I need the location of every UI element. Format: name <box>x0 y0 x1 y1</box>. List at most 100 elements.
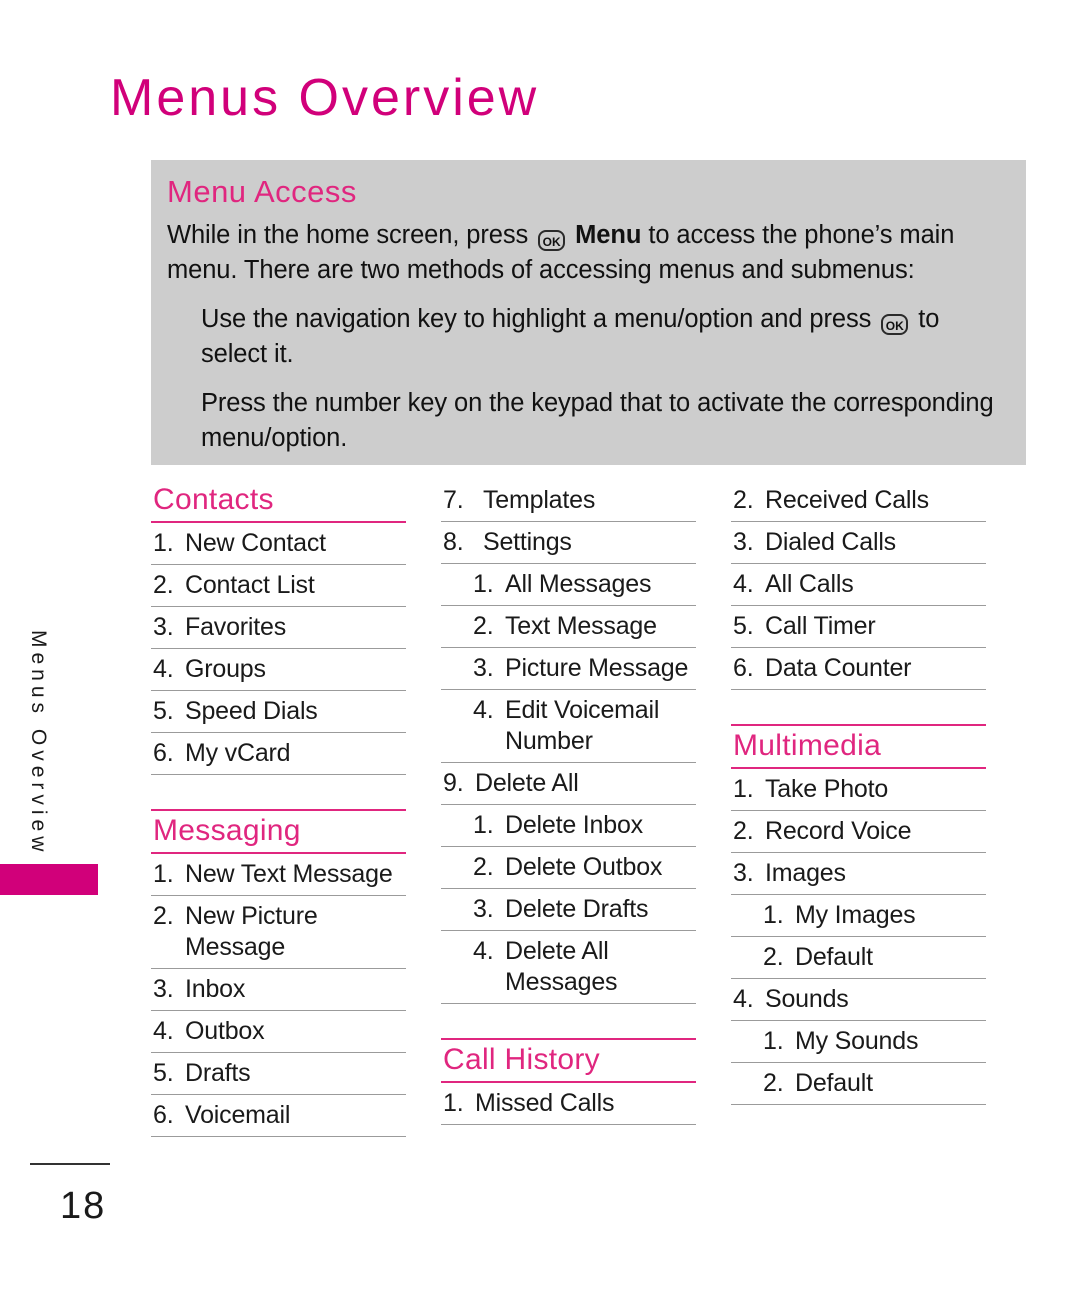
menu-item-number: 3. <box>473 895 494 923</box>
menu-item-number: 3. <box>153 613 174 641</box>
menu-list-item[interactable]: 1. My Sounds <box>731 1021 986 1063</box>
menu-list-item[interactable]: 4. Outbox <box>151 1011 406 1053</box>
menu-item-number: 2. <box>733 817 754 845</box>
footer-rule <box>30 1163 110 1165</box>
menu-list-item[interactable]: 1. Missed Calls <box>441 1083 696 1125</box>
menu-list-item[interactable]: 3. Picture Message <box>441 648 696 690</box>
menu-list-item[interactable]: 1. Delete Inbox <box>441 805 696 847</box>
ok-key-icon: OK <box>538 230 566 251</box>
menu-list-item[interactable]: 6. My vCard <box>151 733 406 775</box>
menu-list-item[interactable]: 2. Contact List <box>151 565 406 607</box>
menu-list-item[interactable]: 3. Dialed Calls <box>731 522 986 564</box>
menu-list-item[interactable]: 2. Received Calls <box>731 480 986 522</box>
menu-item-label: Record Voice <box>765 817 912 845</box>
menu-item-label: Default <box>795 1069 873 1097</box>
menu-item-label: Received Calls <box>765 486 929 514</box>
menu-item-label: Images <box>765 859 846 887</box>
menu-list-item[interactable]: 3. Images <box>731 853 986 895</box>
menu-item-label: Delete Outbox <box>505 853 663 881</box>
menu-columns: Contacts 1. New Contact 2. Contact List 3. Fav… <box>151 480 1031 1137</box>
menu-item-label: Missed Calls <box>475 1089 615 1117</box>
menu-list-item[interactable]: 3. Inbox <box>151 969 406 1011</box>
menu-item-number: 2. <box>763 943 784 971</box>
menu-list-item[interactable]: 2. Record Voice <box>731 811 986 853</box>
menu-list-item[interactable]: 2. Default <box>731 937 986 979</box>
menu-item-number: 5. <box>733 612 754 640</box>
menu-item-number: 3. <box>473 654 494 682</box>
menu-item-label: My vCard <box>185 739 291 767</box>
menu-list-item[interactable]: 2. New Picture Message <box>151 896 406 969</box>
menu-item-label: Speed Dials <box>185 697 318 725</box>
menu-column: Contacts 1. New Contact 2. Contact List 3. Fav… <box>151 480 406 1137</box>
menu-item-label: New Text Message <box>185 860 393 888</box>
ok-key-icon: OK <box>881 314 909 335</box>
menu-list-item[interactable]: 7. Templates <box>441 480 696 522</box>
menu-item-label: Delete Inbox <box>505 811 643 839</box>
menu-list-item[interactable]: 3. Delete Drafts <box>441 889 696 931</box>
menu-list-item[interactable]: 1. My Images <box>731 895 986 937</box>
menu-item-number: 1. <box>153 860 174 888</box>
menu-item-label: Edit Voicemail Number <box>505 696 660 755</box>
menu-item-number: 3. <box>733 859 754 887</box>
section-heading: Messaging <box>151 809 406 854</box>
paragraph-1-text-before: While in the home screen, press <box>167 221 529 249</box>
page-number: 18 <box>60 1185 107 1227</box>
menu-item-label: New Picture Message <box>185 902 318 961</box>
menu-item-label: Delete Drafts <box>505 895 649 923</box>
menu-access-paragraph-3: Press the number key on the keypad that … <box>201 386 1012 456</box>
menu-item-label: Voicemail <box>185 1101 291 1129</box>
menu-list-item[interactable]: 1. New Text Message <box>151 854 406 896</box>
menu-list-item[interactable]: 2. Delete Outbox <box>441 847 696 889</box>
menu-item-number: 5. <box>153 1059 174 1087</box>
side-rail: Menus Overview <box>0 600 130 1000</box>
menu-item-number: 4. <box>153 1017 174 1045</box>
menu-list-item[interactable]: 1. Take Photo <box>731 769 986 811</box>
menu-item-label: My Images <box>795 901 916 929</box>
menu-list-item[interactable]: 4. Groups <box>151 649 406 691</box>
menu-list-item[interactable]: 1. New Contact <box>151 523 406 565</box>
menu-list-item[interactable]: 9. Delete All <box>441 763 696 805</box>
menu-item-label: Outbox <box>185 1017 265 1045</box>
paragraph-3-text: Press the number key on the keypad that … <box>201 389 994 452</box>
menu-item-number: 2. <box>733 486 754 514</box>
menu-item-label: Default <box>795 943 873 971</box>
menu-item-number: 8. <box>443 528 464 556</box>
menu-item-number: 1. <box>763 1027 784 1055</box>
running-head-label: Menus Overview <box>27 630 50 857</box>
menu-item-label: My Sounds <box>795 1027 919 1055</box>
menu-list-item[interactable]: 6. Data Counter <box>731 648 986 690</box>
menu-item-label: Contact List <box>185 571 315 599</box>
menu-item-label: Call Timer <box>765 612 876 640</box>
menu-item-label: Take Photo <box>765 775 889 803</box>
menu-list-item[interactable]: 2. Default <box>731 1063 986 1105</box>
menu-item-label: Dialed Calls <box>765 528 896 556</box>
menu-item-label: Delete All <box>475 769 579 797</box>
menu-list-item[interactable]: 6. Voicemail <box>151 1095 406 1137</box>
menu-access-paragraph-2: Use the navigation key to highlight a me… <box>201 302 1012 372</box>
menu-item-number: 1. <box>443 1089 464 1117</box>
menu-column: 7. Templates 8. Settings 1. All Messages 2. Tex… <box>441 480 696 1137</box>
menu-item-label: Picture Message <box>505 654 689 682</box>
menu-list-item[interactable]: 1. All Messages <box>441 564 696 606</box>
menu-list-item[interactable]: 4. Edit Voicemail Number <box>441 690 696 763</box>
menu-item-label: All Messages <box>505 570 652 598</box>
menu-list-item[interactable]: 5. Speed Dials <box>151 691 406 733</box>
menu-list-item[interactable]: 4. Sounds <box>731 979 986 1021</box>
menu-list-item[interactable]: 4. Delete All Messages <box>441 931 696 1004</box>
menu-list-item[interactable]: 2. Text Message <box>441 606 696 648</box>
menu-column: 2. Received Calls 3. Dialed Calls 4. All Call… <box>731 480 986 1137</box>
menu-item-number: 6. <box>153 1101 174 1129</box>
menu-item-label: Favorites <box>185 613 287 641</box>
menu-list-item[interactable]: 5. Drafts <box>151 1053 406 1095</box>
menu-list-item[interactable]: 3. Favorites <box>151 607 406 649</box>
menu-list-item[interactable]: 4. All Calls <box>731 564 986 606</box>
menu-item-number: 2. <box>153 571 174 599</box>
menu-item-number: 1. <box>763 901 784 929</box>
menu-item-number: 7. <box>443 486 464 514</box>
menu-access-callout: Menu Access While in the home screen, pr… <box>151 160 1026 465</box>
page-title: Menus Overview <box>110 69 540 127</box>
menu-item-number: 4. <box>733 985 754 1013</box>
menu-list-item[interactable]: 5. Call Timer <box>731 606 986 648</box>
menu-list-item[interactable]: 8. Settings <box>441 522 696 564</box>
menu-item-number: 1. <box>473 811 494 839</box>
